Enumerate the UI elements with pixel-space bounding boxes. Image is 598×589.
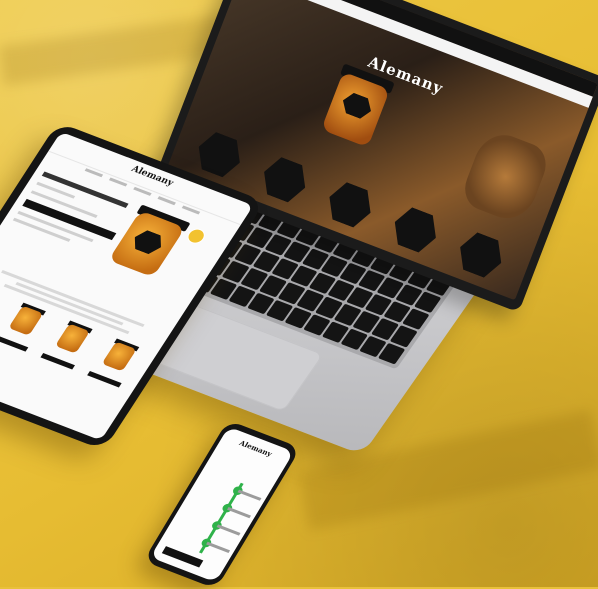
product-badge xyxy=(184,226,209,246)
category-hex xyxy=(453,228,508,281)
card-button[interactable] xyxy=(87,370,122,388)
step-text xyxy=(216,524,241,536)
step-text xyxy=(227,506,251,519)
step-text xyxy=(237,489,262,501)
category-hex xyxy=(257,153,312,206)
category-hex xyxy=(388,203,443,256)
category-hex xyxy=(322,178,377,231)
continue-button[interactable] xyxy=(161,546,204,568)
category-hex xyxy=(192,128,247,181)
card-button[interactable] xyxy=(0,335,29,352)
cake-image xyxy=(458,126,553,227)
card-button[interactable] xyxy=(40,353,75,370)
step-text xyxy=(206,541,231,554)
